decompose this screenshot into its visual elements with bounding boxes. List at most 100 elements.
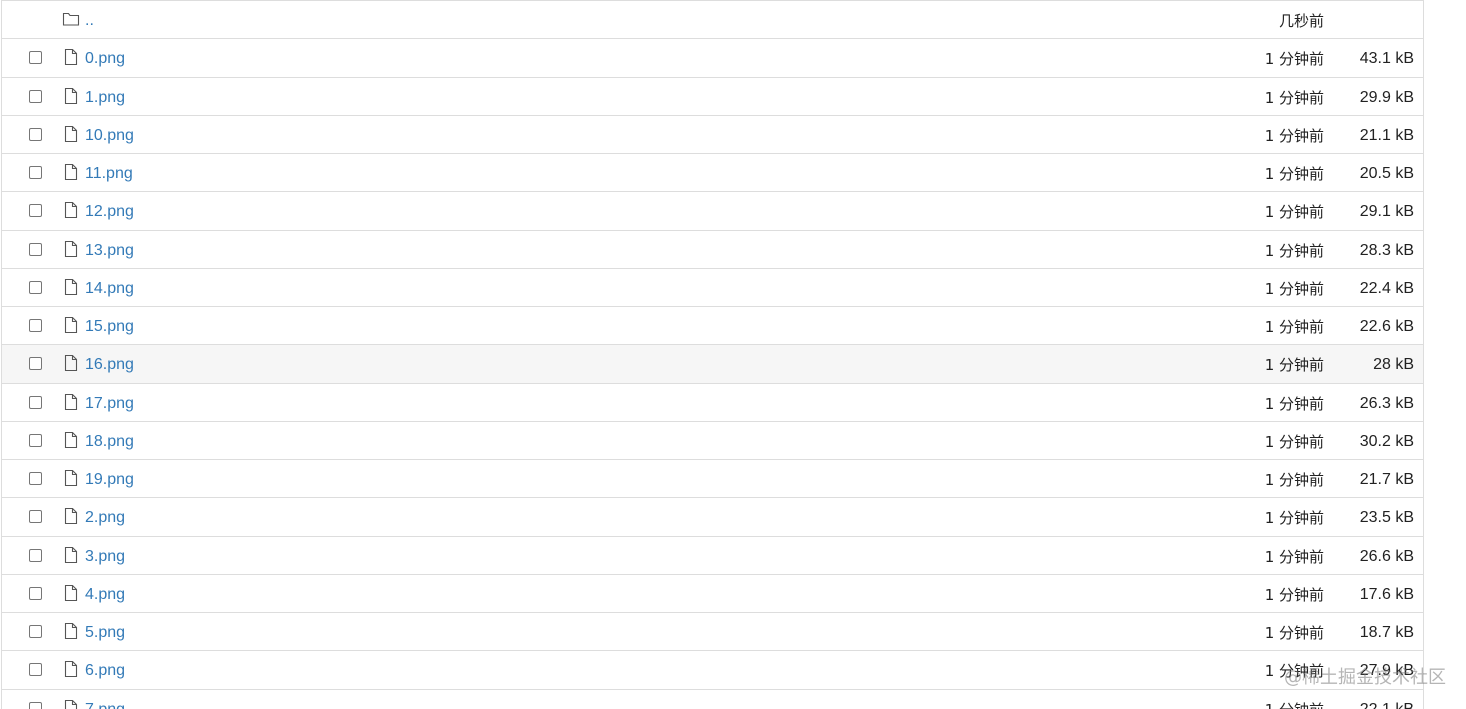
file-row[interactable]: 17.png 1 分钟前 26.3 kB: [2, 383, 1423, 422]
file-link[interactable]: 13.png: [85, 241, 134, 261]
file-icon: [62, 278, 80, 296]
row-checkbox[interactable]: [29, 357, 42, 371]
file-row[interactable]: 12.png 1 分钟前 29.1 kB: [2, 192, 1423, 231]
file-icon: [62, 431, 80, 449]
file-size: 30.2 kB: [1359, 432, 1414, 450]
file-link[interactable]: 6.png: [85, 661, 125, 681]
row-checkbox[interactable]: [29, 166, 42, 179]
file-size: 26.6 kB: [1359, 547, 1414, 565]
file-link[interactable]: 18.png: [85, 432, 134, 452]
file-link[interactable]: 12.png: [85, 202, 134, 222]
row-checkbox[interactable]: [29, 280, 42, 294]
modified-time: 1 分钟前: [1264, 471, 1324, 489]
file-size: 28 kB: [1373, 356, 1414, 374]
file-icon: [62, 469, 80, 487]
file-icon: [62, 87, 80, 105]
modified-time: 1 分钟前: [1265, 700, 1324, 709]
file-icon: [62, 660, 80, 678]
modified-time: 1 分钟前: [1264, 624, 1324, 642]
file-row[interactable]: 6.png 1 分钟前 27.9 kB: [2, 651, 1423, 690]
row-checkbox[interactable]: [29, 548, 42, 562]
file-row[interactable]: 10.png 1 分钟前 21.1 kB: [2, 115, 1423, 154]
file-size: 27.9 kB: [1359, 662, 1414, 680]
file-icon: [62, 125, 80, 143]
row-checkbox[interactable]: [29, 625, 42, 638]
row-checkbox[interactable]: [29, 472, 42, 485]
file-row[interactable]: 18.png 1 分钟前 30.2 kB: [2, 421, 1423, 460]
modified-time: 1 分钟前: [1264, 50, 1324, 69]
modified-time: 1 分钟前: [1264, 547, 1324, 566]
file-icon: [62, 699, 80, 709]
modified-time: 1 分钟前: [1264, 394, 1324, 413]
file-icon: [62, 507, 80, 525]
file-icon: [62, 316, 80, 334]
row-checkbox[interactable]: [29, 89, 42, 103]
row-checkbox[interactable]: [29, 395, 42, 409]
file-row[interactable]: 13.png 1 分钟前 28.3 kB: [2, 230, 1423, 269]
row-checkbox[interactable]: [29, 127, 42, 141]
file-size: 29.9 kB: [1359, 88, 1414, 106]
file-link[interactable]: 5.png: [85, 623, 125, 643]
file-size: 17.6 kB: [1359, 585, 1414, 603]
file-row[interactable]: 15.png 1 分钟前 22.6 kB: [2, 307, 1423, 346]
file-link[interactable]: 4.png: [85, 585, 125, 605]
file-icon: [62, 48, 80, 66]
folder-icon: [62, 10, 80, 28]
modified-time: 1 分钟前: [1264, 241, 1324, 260]
file-link[interactable]: 2.png: [85, 508, 125, 528]
modified-time: 1 分钟前: [1264, 203, 1324, 222]
file-row[interactable]: 2.png 1 分钟前 23.5 kB: [2, 498, 1423, 537]
file-row[interactable]: 19.png 1 分钟前 21.7 kB: [2, 460, 1423, 499]
file-link[interactable]: 19.png: [85, 470, 134, 490]
file-size: 20.5 kB: [1359, 165, 1414, 182]
file-row[interactable]: 14.png 1 分钟前 22.4 kB: [2, 268, 1423, 307]
file-link[interactable]: 17.png: [85, 394, 134, 414]
file-icon: [62, 354, 80, 372]
file-icon: [62, 201, 80, 219]
row-checkbox[interactable]: [29, 663, 42, 677]
file-listing: .. 几秒前 0.png 1 分钟前 43.1 kB 1.png 1 分钟前 29.9 k…: [1, 0, 1424, 709]
file-size: 21.7 kB: [1359, 471, 1414, 488]
file-link[interactable]: 0.png: [85, 49, 125, 69]
file-row[interactable]: 1.png 1 分钟前 29.9 kB: [2, 77, 1423, 116]
row-checkbox[interactable]: [29, 319, 42, 332]
file-icon: [62, 584, 80, 602]
file-row[interactable]: 3.png 1 分钟前 26.6 kB: [2, 536, 1423, 575]
file-row[interactable]: 0.png 1 分钟前 43.1 kB: [2, 39, 1423, 78]
file-link[interactable]: 15.png: [85, 317, 134, 337]
row-checkbox[interactable]: [29, 510, 42, 524]
file-size: 43.1 kB: [1359, 50, 1414, 68]
row-checkbox[interactable]: [29, 586, 42, 600]
file-link[interactable]: 14.png: [85, 279, 134, 299]
file-row[interactable]: 11.png 1 分钟前 20.5 kB: [2, 154, 1423, 193]
row-checkbox[interactable]: [29, 701, 42, 709]
file-link[interactable]: 11.png: [85, 164, 133, 184]
modified-time: 1 分钟前: [1264, 126, 1324, 145]
row-checkbox[interactable]: [29, 433, 42, 447]
file-icon: [62, 546, 80, 564]
file-row[interactable]: 16.png 1 分钟前 28 kB: [2, 345, 1423, 384]
row-checkbox[interactable]: [29, 242, 42, 256]
modified-time: 1 分钟前: [1264, 662, 1324, 681]
file-link[interactable]: 7.png: [85, 700, 125, 709]
file-size: 26.3 kB: [1359, 394, 1414, 412]
file-link[interactable]: 10.png: [85, 126, 134, 146]
file-size: 22.4 kB: [1359, 279, 1414, 297]
file-size: 29.1 kB: [1359, 203, 1414, 221]
file-link[interactable]: 1.png: [85, 88, 125, 108]
parent-directory-link[interactable]: ..: [85, 11, 94, 31]
file-link[interactable]: 16.png: [85, 355, 134, 375]
modified-time: 1 分钟前: [1264, 318, 1324, 336]
file-row[interactable]: 7.png 1 分钟前 22.1 kB: [2, 689, 1423, 709]
row-checkbox[interactable]: [29, 204, 42, 218]
parent-directory-row[interactable]: .. 几秒前: [2, 1, 1423, 40]
file-icon: [62, 393, 80, 411]
row-checkbox[interactable]: [29, 51, 42, 65]
file-size: 18.7 kB: [1359, 624, 1414, 641]
file-row[interactable]: 5.png 1 分钟前 18.7 kB: [2, 613, 1423, 652]
file-link[interactable]: 3.png: [85, 547, 125, 567]
file-icon: [62, 240, 80, 258]
modified-time: 1 分钟前: [1264, 88, 1324, 107]
file-row[interactable]: 4.png 1 分钟前 17.6 kB: [2, 574, 1423, 613]
file-icon: [62, 622, 80, 640]
